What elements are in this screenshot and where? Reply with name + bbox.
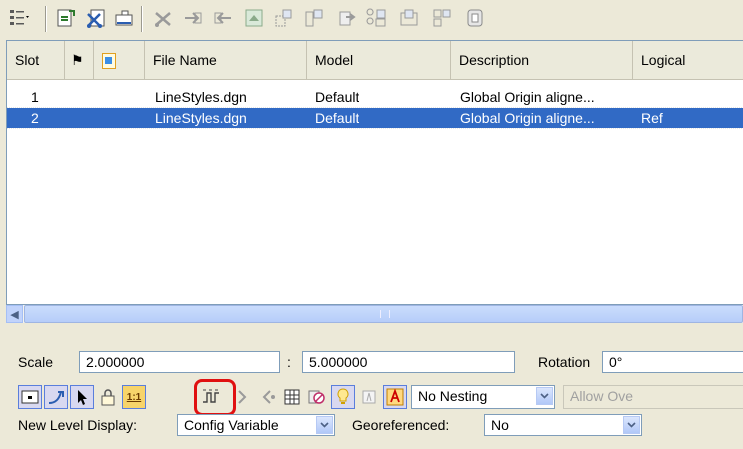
arrow-right-icon	[238, 390, 247, 404]
allow-overrides-dropdown[interactable]: Allow Ove	[563, 385, 743, 409]
arrow-left-icon	[262, 390, 275, 404]
clip-delete-icon[interactable]	[335, 4, 361, 32]
scale-separator: :	[287, 354, 291, 370]
document-icon	[102, 53, 116, 70]
clip-back-icon[interactable]	[396, 4, 422, 32]
rotate-icon[interactable]	[210, 4, 236, 32]
display-raster-references-button[interactable]	[304, 385, 328, 409]
scroll-left-button[interactable]: ◀	[6, 305, 23, 323]
column-header-description[interactable]: Description	[451, 41, 633, 79]
description-cell: Global Origin aligne...	[460, 110, 595, 126]
nesting-dropdown[interactable]: No Nesting	[411, 385, 555, 409]
snap-icon	[48, 391, 64, 404]
file-name-cell: LineStyles.dgn	[155, 110, 247, 126]
scale-label: Scale	[18, 354, 54, 370]
scale-numerator-input[interactable]: 2.000000	[79, 351, 280, 373]
disable-button[interactable]	[357, 385, 381, 409]
snap-toggle-button[interactable]	[44, 385, 68, 409]
text-overrides-button[interactable]	[383, 385, 407, 409]
list-view-icon[interactable]	[6, 4, 32, 32]
grip-icon	[379, 310, 390, 318]
level-display-value: Config Variable	[184, 417, 279, 433]
reload-icon[interactable]	[150, 4, 176, 32]
rotation-input[interactable]: 0°	[602, 351, 743, 373]
true-scale-button[interactable]: 1:1	[122, 385, 146, 409]
allow-overrides-value: Allow Ove	[570, 388, 634, 404]
column-header-label: Logical	[641, 52, 686, 68]
table-header: Slot ⚑ File Name Model Description Logic…	[7, 41, 743, 80]
locate-toggle-button[interactable]	[70, 385, 94, 409]
chevron-left-icon: ◀	[10, 308, 19, 321]
open-file-icon[interactable]	[111, 4, 137, 32]
model-cell: Default	[315, 89, 360, 105]
clip-front-icon[interactable]	[364, 4, 390, 32]
grid-icon	[284, 389, 300, 405]
scale-denominator-input[interactable]: 5.000000	[302, 351, 515, 373]
lock-icon	[101, 389, 115, 406]
raster-hide-icon	[308, 390, 325, 404]
move-icon[interactable]	[180, 4, 206, 32]
ignore-attachment-button[interactable]	[256, 385, 280, 409]
merge-icon[interactable]	[462, 4, 488, 32]
detach-icon[interactable]	[83, 4, 109, 32]
display-icon	[21, 390, 39, 404]
toolbar-separator	[45, 6, 47, 32]
references-table: Slot ⚑ File Name Model Description Logic…	[6, 40, 743, 305]
column-header-slot[interactable]: Slot	[7, 41, 65, 79]
arrow-pointer-icon	[78, 390, 87, 405]
lightbulb-icon	[337, 388, 349, 404]
flag-icon: ⚑	[71, 52, 84, 68]
logical-cell: Ref	[641, 110, 663, 126]
mirror-icon[interactable]	[429, 4, 455, 32]
rotation-label: Rotation	[538, 354, 591, 370]
georeferenced-label: Georeferenced:	[352, 417, 450, 433]
horizontal-scrollbar[interactable]: ◀	[6, 305, 743, 323]
copy-icon[interactable]	[241, 4, 267, 32]
scroll-thumb[interactable]	[24, 305, 743, 323]
table-row[interactable]: 1 LineStyles.dgn Default Global Origin a…	[7, 87, 743, 107]
lightbulb-toggle-button[interactable]	[331, 385, 355, 409]
level-display-dropdown[interactable]: Config Variable	[177, 414, 335, 436]
description-cell: Global Origin aligne...	[460, 89, 595, 105]
column-header-label: Description	[459, 52, 530, 68]
raster-display-button[interactable]	[280, 385, 304, 409]
slot-cell: 1	[31, 89, 39, 105]
file-name-cell: LineStyles.dgn	[155, 89, 247, 105]
text-a-icon	[386, 388, 404, 406]
column-header-model[interactable]: Model	[307, 41, 451, 79]
slot-cell: 2	[31, 110, 39, 126]
highlight-annotation	[194, 379, 236, 416]
one-to-one-label: 1:1	[126, 391, 142, 403]
table-row[interactable]: 2 LineStyles.dgn Default Global Origin a…	[7, 107, 743, 129]
model-cell: Default	[315, 110, 360, 126]
column-header-file-name[interactable]: File Name	[145, 41, 307, 79]
chevron-down-icon	[536, 387, 553, 405]
column-header-flag[interactable]: ⚑	[65, 41, 94, 79]
new-level-display-label: New Level Display:	[18, 417, 138, 433]
reference-toolbar	[0, 0, 743, 38]
georeferenced-dropdown[interactable]: No	[484, 414, 642, 436]
georeferenced-value: No	[491, 417, 509, 433]
treat-as-element-button[interactable]	[96, 385, 120, 409]
column-header-label: Slot	[15, 52, 40, 68]
clip-mask-icon[interactable]	[301, 4, 327, 32]
toolbar-separator	[141, 6, 143, 32]
column-header-logical[interactable]: Logical	[633, 41, 743, 79]
display-toggle-button[interactable]	[18, 385, 42, 409]
attach-icon[interactable]	[53, 4, 79, 32]
chevron-down-icon	[316, 416, 333, 434]
disabled-text-icon	[362, 390, 376, 404]
clip-boundary-icon[interactable]	[271, 4, 297, 32]
column-header-label: Model	[315, 52, 354, 68]
nesting-value: No Nesting	[418, 388, 488, 404]
column-header-display[interactable]	[94, 41, 145, 79]
chevron-down-icon	[623, 416, 640, 434]
column-header-label: File Name	[153, 52, 217, 68]
